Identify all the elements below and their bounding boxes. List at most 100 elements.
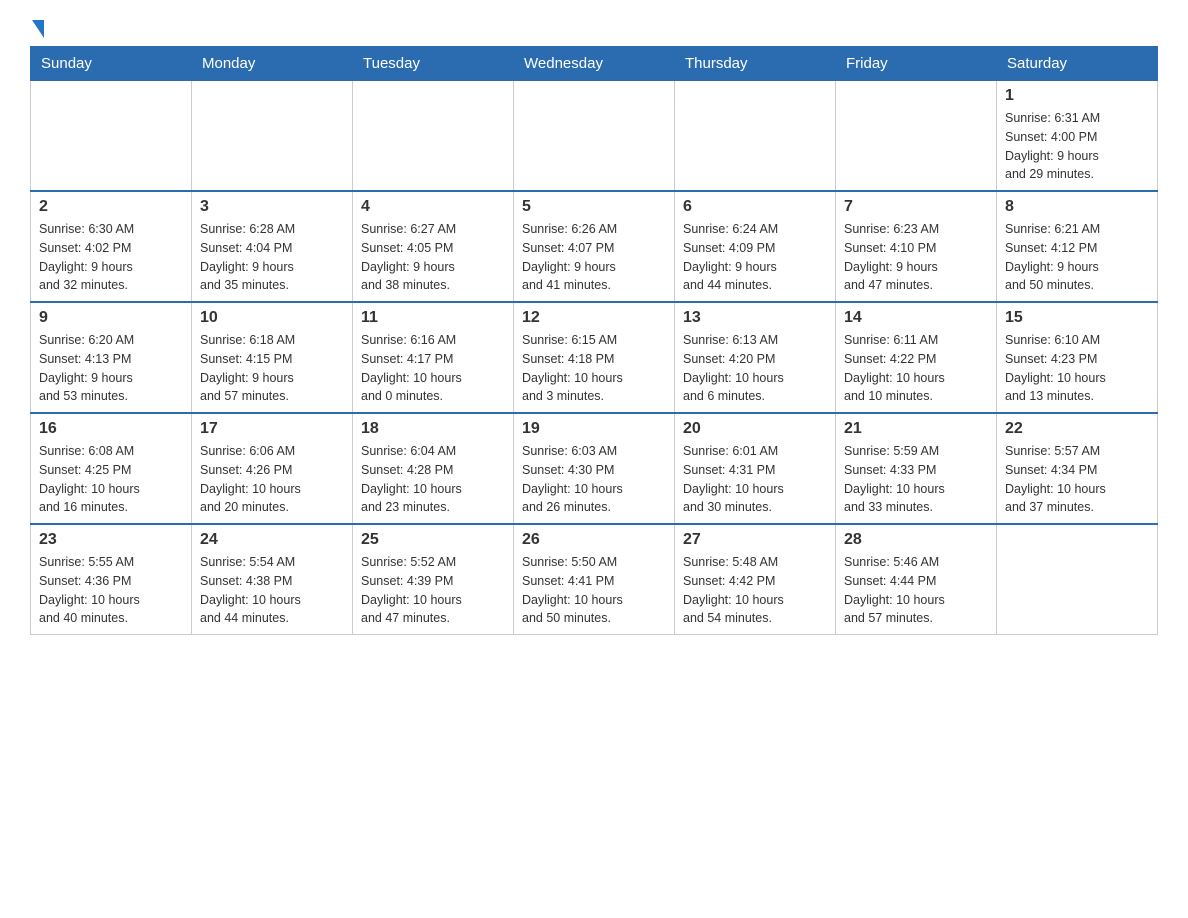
calendar-week-row: 16 Sunrise: 6:08 AM Sunset: 4:25 PM Dayli…: [31, 413, 1158, 524]
day-info: Sunrise: 6:01 AM Sunset: 4:31 PM Dayligh…: [683, 442, 827, 517]
calendar-cell: 1 Sunrise: 6:31 AM Sunset: 4:00 PM Daylig…: [997, 81, 1158, 192]
calendar-cell: [836, 81, 997, 192]
day-number: 10: [200, 309, 344, 327]
calendar-cell: 6Sunrise: 6:24 AM Sunset: 4:09 PM Daylig…: [675, 191, 836, 302]
day-number: 17: [200, 420, 344, 438]
calendar-cell: 5Sunrise: 6:26 AM Sunset: 4:07 PM Daylig…: [514, 191, 675, 302]
calendar-cell: [192, 81, 353, 192]
calendar-cell: 7 Sunrise: 6:23 AM Sunset: 4:10 PM Daylig…: [836, 191, 997, 302]
calendar-cell: 26 Sunrise: 5:50 AM Sunset: 4:41 PM Dayli…: [514, 524, 675, 635]
day-number: 25: [361, 531, 505, 549]
day-info: Sunrise: 6:03 AM Sunset: 4:30 PM Dayligh…: [522, 442, 666, 517]
day-info: Sunrise: 6:15 AM Sunset: 4:18 PM Dayligh…: [522, 331, 666, 406]
day-info: Sunrise: 6:16 AM Sunset: 4:17 PM Dayligh…: [361, 331, 505, 406]
weekday-header-monday: Monday: [192, 47, 353, 81]
day-info: Sunrise: 6:30 AM Sunset: 4:02 PM Dayligh…: [39, 220, 183, 295]
day-number: 20: [683, 420, 827, 438]
calendar-cell: 9 Sunrise: 6:20 AM Sunset: 4:13 PM Daylig…: [31, 302, 192, 413]
day-info: Sunrise: 5:50 AM Sunset: 4:41 PM Dayligh…: [522, 553, 666, 628]
calendar-cell: 21 Sunrise: 5:59 AM Sunset: 4:33 PM Dayli…: [836, 413, 997, 524]
calendar-cell: 2 Sunrise: 6:30 AM Sunset: 4:02 PM Daylig…: [31, 191, 192, 302]
day-info: Sunrise: 5:54 AM Sunset: 4:38 PM Dayligh…: [200, 553, 344, 628]
calendar-cell: 14 Sunrise: 6:11 AM Sunset: 4:22 PM Dayli…: [836, 302, 997, 413]
day-number: 12: [522, 309, 666, 327]
weekday-header-friday: Friday: [836, 47, 997, 81]
calendar-cell: 25 Sunrise: 5:52 AM Sunset: 4:39 PM Dayli…: [353, 524, 514, 635]
day-number: 2: [39, 198, 183, 216]
day-info: Sunrise: 6:13 AM Sunset: 4:20 PM Dayligh…: [683, 331, 827, 406]
calendar-week-row: 1 Sunrise: 6:31 AM Sunset: 4:00 PM Daylig…: [31, 81, 1158, 192]
day-info: Sunrise: 6:18 AM Sunset: 4:15 PM Dayligh…: [200, 331, 344, 406]
day-info: Sunrise: 5:57 AM Sunset: 4:34 PM Dayligh…: [1005, 442, 1149, 517]
weekday-header-thursday: Thursday: [675, 47, 836, 81]
page-header: [30, 20, 1158, 36]
calendar-table: SundayMondayTuesdayWednesdayThursdayFrid…: [30, 46, 1158, 635]
day-number: 1: [1005, 87, 1149, 105]
day-number: 16: [39, 420, 183, 438]
day-number: 27: [683, 531, 827, 549]
day-info: Sunrise: 6:21 AM Sunset: 4:12 PM Dayligh…: [1005, 220, 1149, 295]
calendar-cell: 3 Sunrise: 6:28 AM Sunset: 4:04 PM Daylig…: [192, 191, 353, 302]
day-info: Sunrise: 6:06 AM Sunset: 4:26 PM Dayligh…: [200, 442, 344, 517]
calendar-cell: 17 Sunrise: 6:06 AM Sunset: 4:26 PM Dayli…: [192, 413, 353, 524]
weekday-header-wednesday: Wednesday: [514, 47, 675, 81]
day-number: 3: [200, 198, 344, 216]
day-number: 21: [844, 420, 988, 438]
day-info: Sunrise: 6:04 AM Sunset: 4:28 PM Dayligh…: [361, 442, 505, 517]
day-number: 23: [39, 531, 183, 549]
day-info: Sunrise: 5:59 AM Sunset: 4:33 PM Dayligh…: [844, 442, 988, 517]
day-info: Sunrise: 5:52 AM Sunset: 4:39 PM Dayligh…: [361, 553, 505, 628]
calendar-cell: 8 Sunrise: 6:21 AM Sunset: 4:12 PM Daylig…: [997, 191, 1158, 302]
day-info: Sunrise: 5:46 AM Sunset: 4:44 PM Dayligh…: [844, 553, 988, 628]
day-number: 4: [361, 198, 505, 216]
day-number: 14: [844, 309, 988, 327]
day-info: Sunrise: 6:23 AM Sunset: 4:10 PM Dayligh…: [844, 220, 988, 295]
weekday-header-saturday: Saturday: [997, 47, 1158, 81]
day-number: 18: [361, 420, 505, 438]
calendar-cell: 16 Sunrise: 6:08 AM Sunset: 4:25 PM Dayli…: [31, 413, 192, 524]
day-info: Sunrise: 6:27 AM Sunset: 4:05 PM Dayligh…: [361, 220, 505, 295]
day-number: 26: [522, 531, 666, 549]
calendar-cell: 15 Sunrise: 6:10 AM Sunset: 4:23 PM Dayli…: [997, 302, 1158, 413]
calendar-week-row: 2 Sunrise: 6:30 AM Sunset: 4:02 PM Daylig…: [31, 191, 1158, 302]
day-info: Sunrise: 6:11 AM Sunset: 4:22 PM Dayligh…: [844, 331, 988, 406]
day-number: 8: [1005, 198, 1149, 216]
day-info: Sunrise: 5:48 AM Sunset: 4:42 PM Dayligh…: [683, 553, 827, 628]
calendar-cell: 11Sunrise: 6:16 AM Sunset: 4:17 PM Dayli…: [353, 302, 514, 413]
calendar-cell: 27 Sunrise: 5:48 AM Sunset: 4:42 PM Dayli…: [675, 524, 836, 635]
calendar-cell: 20 Sunrise: 6:01 AM Sunset: 4:31 PM Dayli…: [675, 413, 836, 524]
weekday-header-sunday: Sunday: [31, 47, 192, 81]
calendar-cell: [997, 524, 1158, 635]
day-number: 19: [522, 420, 666, 438]
day-number: 5: [522, 198, 666, 216]
day-info: Sunrise: 6:20 AM Sunset: 4:13 PM Dayligh…: [39, 331, 183, 406]
calendar-week-row: 23 Sunrise: 5:55 AM Sunset: 4:36 PM Dayli…: [31, 524, 1158, 635]
logo: [30, 20, 44, 36]
calendar-week-row: 9 Sunrise: 6:20 AM Sunset: 4:13 PM Daylig…: [31, 302, 1158, 413]
day-number: 22: [1005, 420, 1149, 438]
calendar-cell: [31, 81, 192, 192]
calendar-cell: 13 Sunrise: 6:13 AM Sunset: 4:20 PM Dayli…: [675, 302, 836, 413]
calendar-cell: 10 Sunrise: 6:18 AM Sunset: 4:15 PM Dayli…: [192, 302, 353, 413]
day-info: Sunrise: 6:08 AM Sunset: 4:25 PM Dayligh…: [39, 442, 183, 517]
day-number: 7: [844, 198, 988, 216]
day-info: Sunrise: 6:28 AM Sunset: 4:04 PM Dayligh…: [200, 220, 344, 295]
day-info: Sunrise: 6:24 AM Sunset: 4:09 PM Dayligh…: [683, 220, 827, 295]
calendar-cell: 19 Sunrise: 6:03 AM Sunset: 4:30 PM Dayli…: [514, 413, 675, 524]
calendar-cell: 23 Sunrise: 5:55 AM Sunset: 4:36 PM Dayli…: [31, 524, 192, 635]
day-info: Sunrise: 5:55 AM Sunset: 4:36 PM Dayligh…: [39, 553, 183, 628]
calendar-cell: [675, 81, 836, 192]
day-info: Sunrise: 6:10 AM Sunset: 4:23 PM Dayligh…: [1005, 331, 1149, 406]
calendar-cell: 12 Sunrise: 6:15 AM Sunset: 4:18 PM Dayli…: [514, 302, 675, 413]
calendar-cell: 24Sunrise: 5:54 AM Sunset: 4:38 PM Dayli…: [192, 524, 353, 635]
weekday-header-tuesday: Tuesday: [353, 47, 514, 81]
calendar-header-row: SundayMondayTuesdayWednesdayThursdayFrid…: [31, 47, 1158, 81]
calendar-cell: [514, 81, 675, 192]
day-number: 15: [1005, 309, 1149, 327]
day-number: 9: [39, 309, 183, 327]
calendar-cell: 28Sunrise: 5:46 AM Sunset: 4:44 PM Dayli…: [836, 524, 997, 635]
calendar-cell: [353, 81, 514, 192]
logo-arrow-icon: [32, 20, 44, 38]
day-info: Sunrise: 6:31 AM Sunset: 4:00 PM Dayligh…: [1005, 109, 1149, 184]
day-number: 13: [683, 309, 827, 327]
